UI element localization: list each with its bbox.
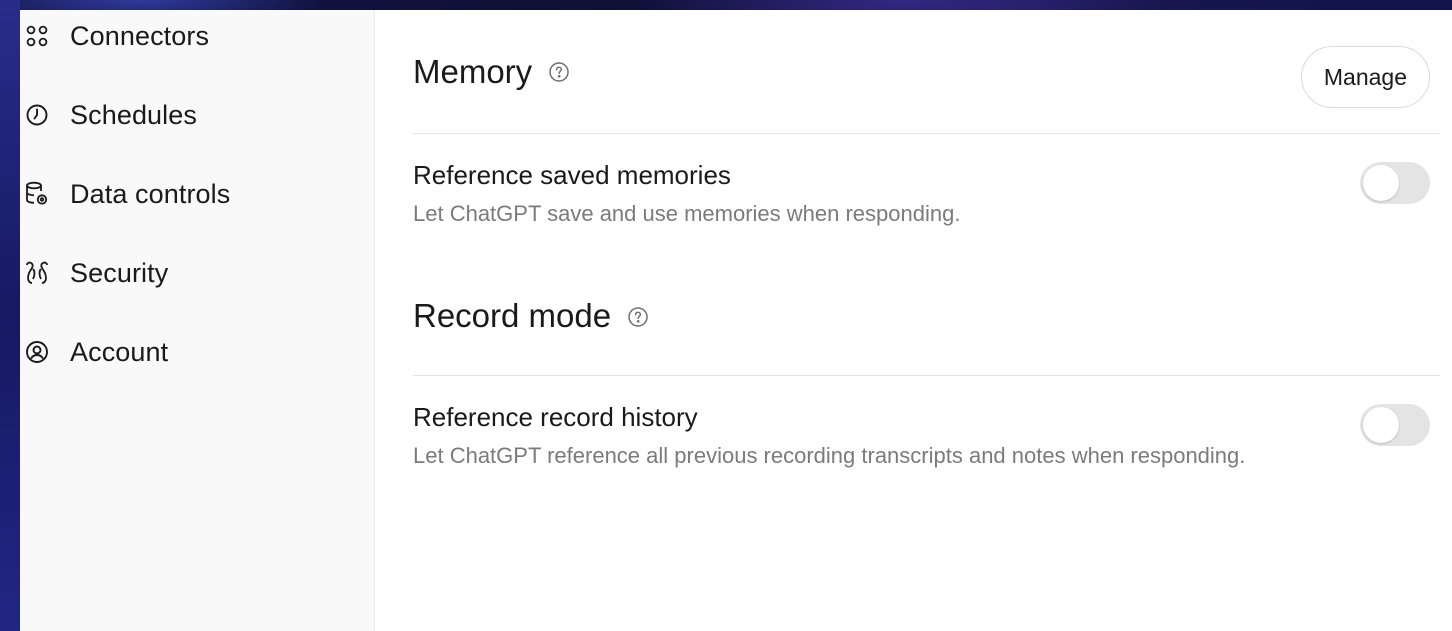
database-gear-icon [24, 181, 50, 207]
reference-saved-memories-toggle[interactable] [1360, 162, 1430, 204]
setting-title: Reference record history [413, 402, 698, 432]
setting-title: Reference saved memories [413, 160, 731, 190]
clock-icon [24, 102, 50, 128]
sidebar-item-data-controls[interactable]: Data controls [20, 174, 374, 214]
connectors-icon [24, 23, 50, 49]
help-icon[interactable] [627, 306, 649, 328]
reference-saved-memories-row: Reference saved memories Let ChatGPT sav… [413, 134, 1440, 231]
record-mode-section: Record mode Reference record history Let… [413, 247, 1440, 473]
sidebar-item-label: Connectors [70, 20, 210, 51]
sidebar-item-label: Schedules [70, 99, 197, 130]
settings-main-panel: Memory Manage Reference saved memories L… [375, 10, 1452, 631]
sidebar-item-label: Security [70, 257, 169, 288]
user-circle-icon [24, 339, 50, 365]
toggle-knob [1363, 407, 1399, 443]
settings-window: Connectors Schedules Data controls Secur… [20, 10, 1452, 631]
setting-description: Let ChatGPT save and use memories when r… [413, 201, 961, 226]
reference-record-history-toggle[interactable] [1360, 404, 1430, 446]
shield-icon [24, 260, 50, 286]
memory-section-header: Memory Manage [413, 10, 1440, 134]
memory-title: Memory [413, 52, 533, 90]
sidebar-item-connectors[interactable]: Connectors [20, 16, 374, 56]
reference-record-history-row: Reference record history Let ChatGPT ref… [413, 376, 1440, 473]
sidebar-item-schedules[interactable]: Schedules [20, 95, 374, 135]
help-icon[interactable] [548, 61, 570, 83]
sidebar-item-label: Data controls [70, 178, 231, 209]
sidebar-item-security[interactable]: Security [20, 253, 374, 293]
record-mode-title: Record mode [413, 297, 612, 334]
manage-memory-button[interactable]: Manage [1300, 46, 1430, 108]
memory-section: Memory Manage Reference saved memories L… [413, 10, 1440, 231]
sidebar-item-label: Account [70, 336, 169, 367]
settings-sidebar: Connectors Schedules Data controls Secur… [20, 10, 375, 631]
sidebar-item-account[interactable]: Account [20, 332, 374, 372]
setting-description: Let ChatGPT reference all previous recor… [413, 443, 1246, 468]
toggle-knob [1363, 165, 1399, 201]
record-mode-section-header: Record mode [413, 247, 1440, 376]
